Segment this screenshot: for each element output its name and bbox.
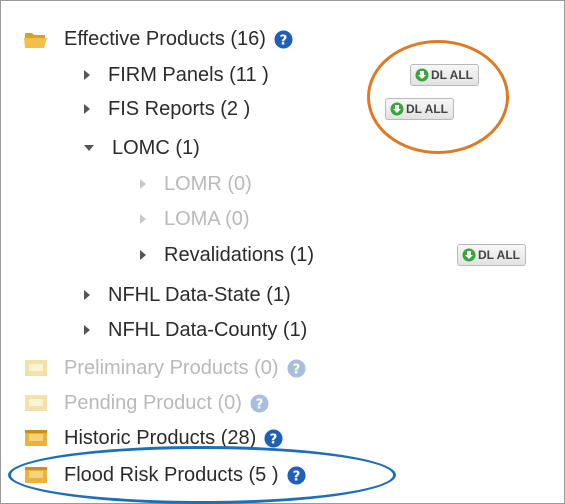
caret-right-icon[interactable]: [84, 325, 90, 335]
dl-all-button-revalidations[interactable]: DL ALL: [457, 244, 526, 266]
tree-node-loma: LOMA (0): [140, 202, 250, 236]
caret-right-icon: [140, 214, 146, 224]
tree-node-lomr: LOMR (0): [140, 167, 252, 201]
tree-node-preliminary-products: Preliminary Products (0) ?: [24, 351, 306, 385]
tree-node-nfhl-county[interactable]: NFHL Data-County (1): [84, 313, 307, 347]
help-icon: ?: [250, 393, 269, 413]
folder-icon: [25, 430, 47, 446]
help-icon: ?: [286, 358, 306, 378]
caret-right-icon[interactable]: [140, 250, 146, 260]
tree-label: NFHL Data-County (1): [108, 318, 308, 341]
tree-node-fis-reports[interactable]: FIS Reports (2 ): [84, 92, 250, 126]
svg-text:?: ?: [256, 397, 264, 412]
svg-text:?: ?: [292, 362, 300, 377]
tree-label: Revalidations (1): [164, 243, 315, 266]
caret-right-icon[interactable]: [84, 70, 90, 80]
tree-node-effective-products[interactable]: Effective Products (16) ?: [24, 22, 293, 56]
folder-icon: [25, 360, 47, 376]
help-icon[interactable]: ?: [274, 29, 293, 49]
blue-highlight-ellipse: [8, 446, 396, 504]
tree-label: LOMA (0): [164, 207, 250, 230]
orange-highlight-ellipse: [367, 40, 509, 154]
caret-down-icon[interactable]: [84, 145, 94, 151]
open-folder-icon: [24, 33, 47, 48]
tree-node-nfhl-state[interactable]: NFHL Data-State (1): [84, 278, 291, 312]
tree-node-revalidations[interactable]: Revalidations (1): [140, 238, 314, 272]
svg-text:?: ?: [270, 432, 278, 447]
tree-label: Preliminary Products (0): [64, 356, 279, 379]
dl-all-label: DL ALL: [478, 248, 520, 262]
tree-label: Effective Products (16): [64, 27, 266, 50]
tree-label: FIRM Panels (11 ): [108, 63, 269, 86]
tree-label: NFHL Data-State (1): [108, 283, 291, 306]
tree-label: LOMR (0): [164, 172, 252, 195]
tree-label: FIS Reports (2 ): [108, 97, 251, 120]
help-icon[interactable]: ?: [264, 428, 283, 448]
tree-node-lomc[interactable]: LOMC (1): [84, 131, 200, 165]
download-arrow-icon: [462, 248, 476, 262]
caret-right-icon: [140, 179, 146, 189]
tree-label: Pending Product (0): [64, 391, 242, 414]
svg-text:?: ?: [280, 33, 288, 48]
caret-right-icon[interactable]: [84, 290, 90, 300]
tree-label: LOMC (1): [112, 136, 200, 159]
folder-icon: [25, 395, 47, 411]
tree-node-firm-panels[interactable]: FIRM Panels (11 ): [84, 58, 269, 92]
tree-node-pending-product: Pending Product (0) ?: [24, 386, 269, 420]
caret-right-icon[interactable]: [84, 104, 90, 114]
